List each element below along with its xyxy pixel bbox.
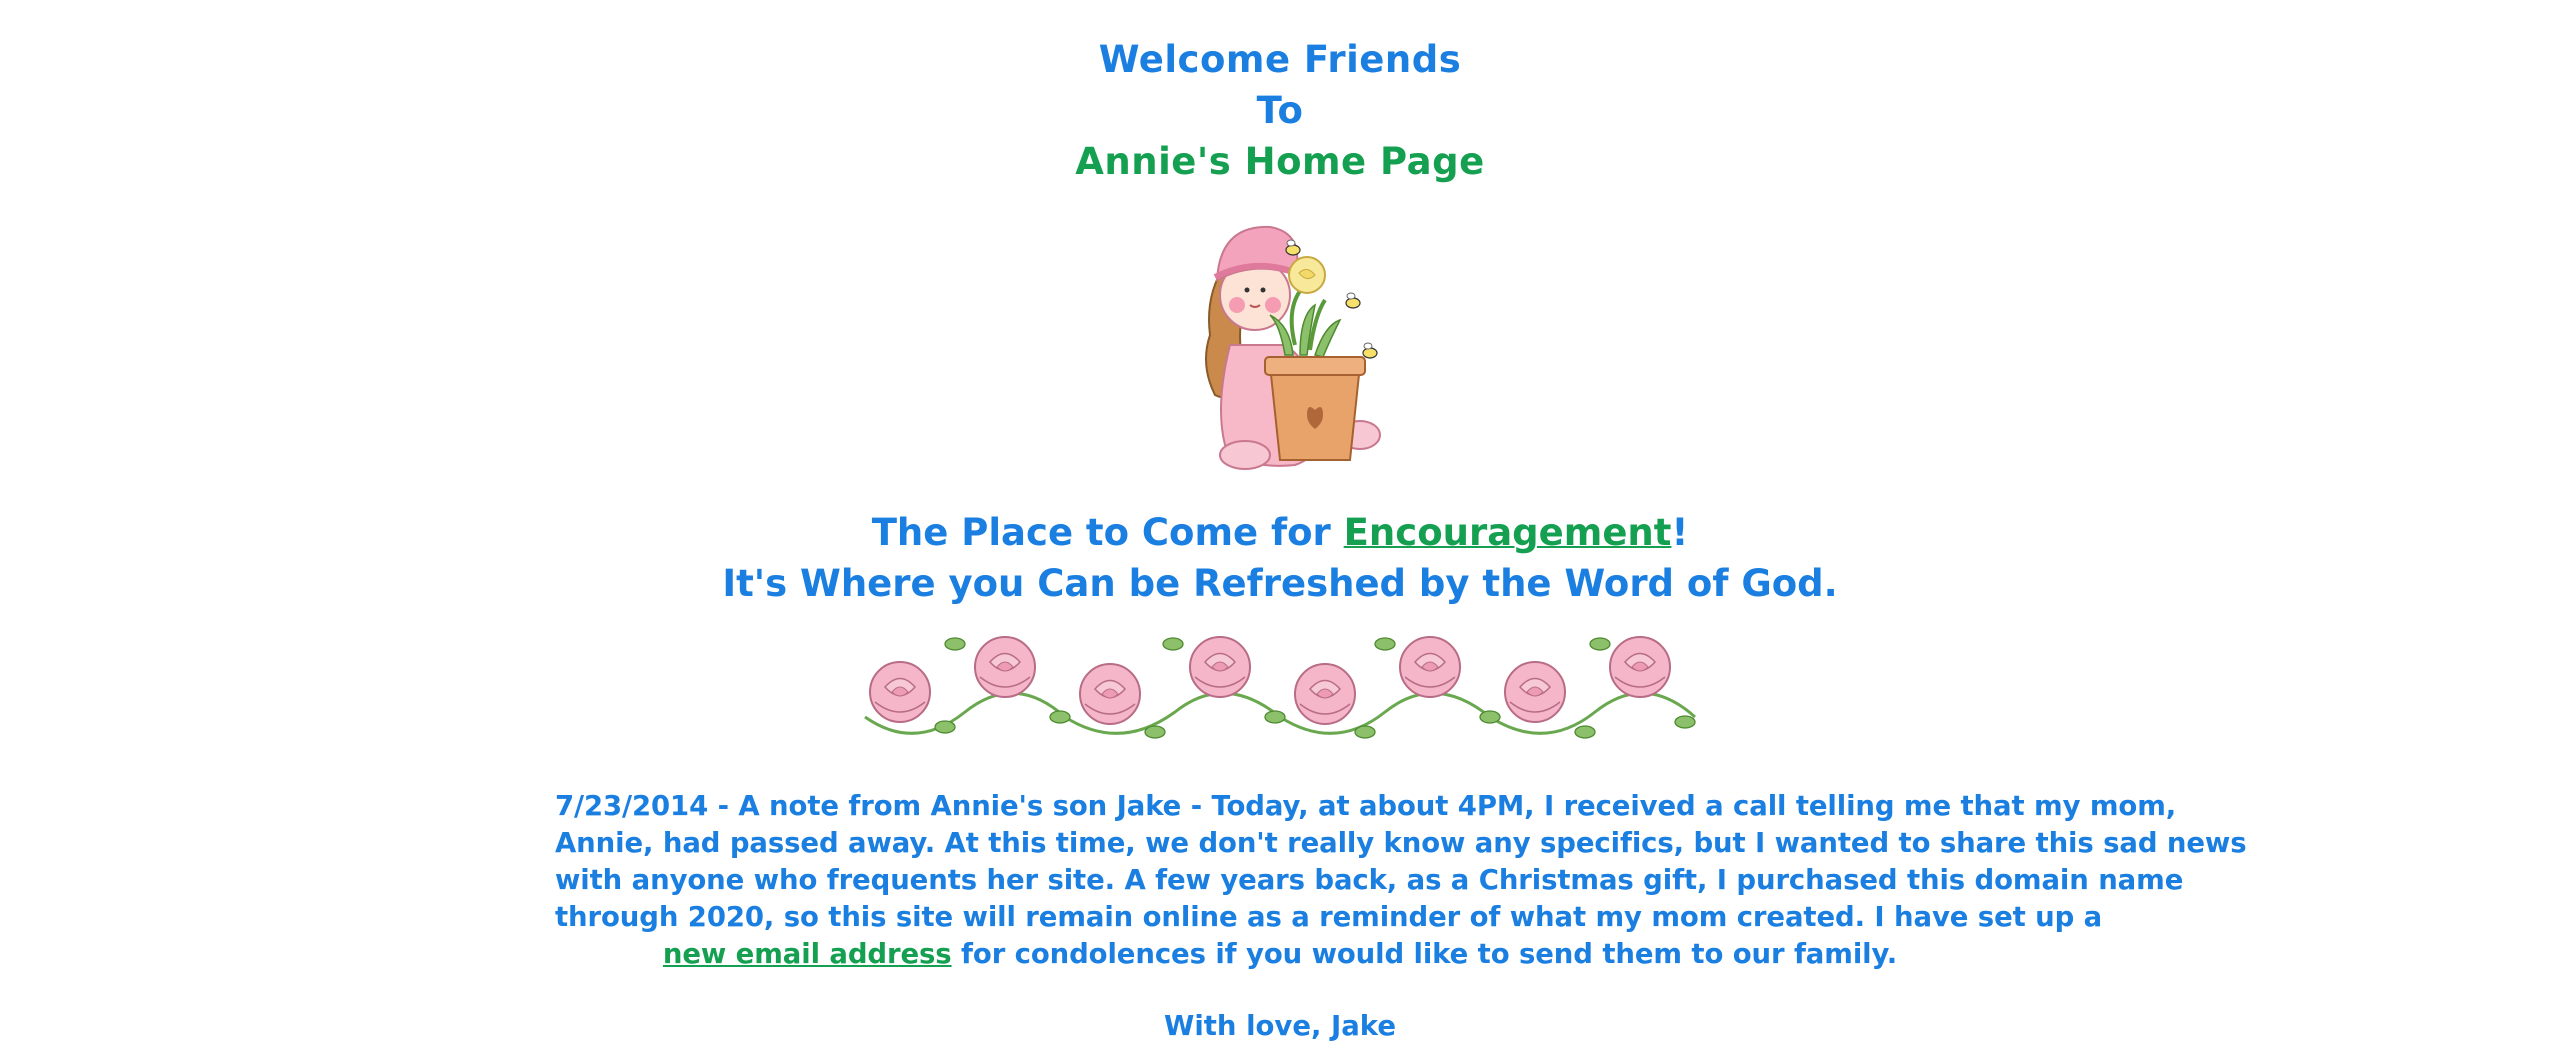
tagline-prefix: The Place to Come for — [871, 511, 1344, 554]
note-line-4: through 2020, so this site will remain o… — [555, 901, 2103, 933]
welcome-heading: Welcome Friends — [1098, 38, 1462, 81]
note-line-1: 7/23/2014 - A note from Annie's son Jake… — [555, 790, 2177, 822]
note-line-2: Annie, had passed away. At this time, we… — [555, 827, 2247, 859]
new-email-address-link[interactable]: new email address — [663, 938, 952, 970]
girl-with-flower-pot-image — [1205, 225, 1381, 470]
note-line-3: with anyone who frequents her site. A fe… — [555, 864, 2184, 896]
tagline-line-1: The Place to Come for Encouragement! — [0, 508, 2560, 558]
signoff: With love, Jake — [1164, 1010, 1396, 1042]
rose-divider-image — [864, 636, 1697, 739]
note-line-5: new email address for condolences if you… — [555, 936, 2005, 973]
encouragement-link[interactable]: Encouragement — [1344, 511, 1672, 554]
annies-home-page-heading: Annie's Home Page — [1075, 140, 1485, 183]
page: Welcome Friends To Annie's Home Page The… — [0, 0, 2560, 1062]
to-heading: To — [1256, 89, 1304, 132]
tagline-suffix: ! — [1671, 511, 1689, 554]
jake-note: 7/23/2014 - A note from Annie's son Jake… — [555, 788, 2247, 973]
tagline-line-2: It's Where you Can be Refreshed by the W… — [722, 562, 1838, 605]
note-line-5-suffix: for condolences if you would like to sen… — [951, 938, 1898, 970]
